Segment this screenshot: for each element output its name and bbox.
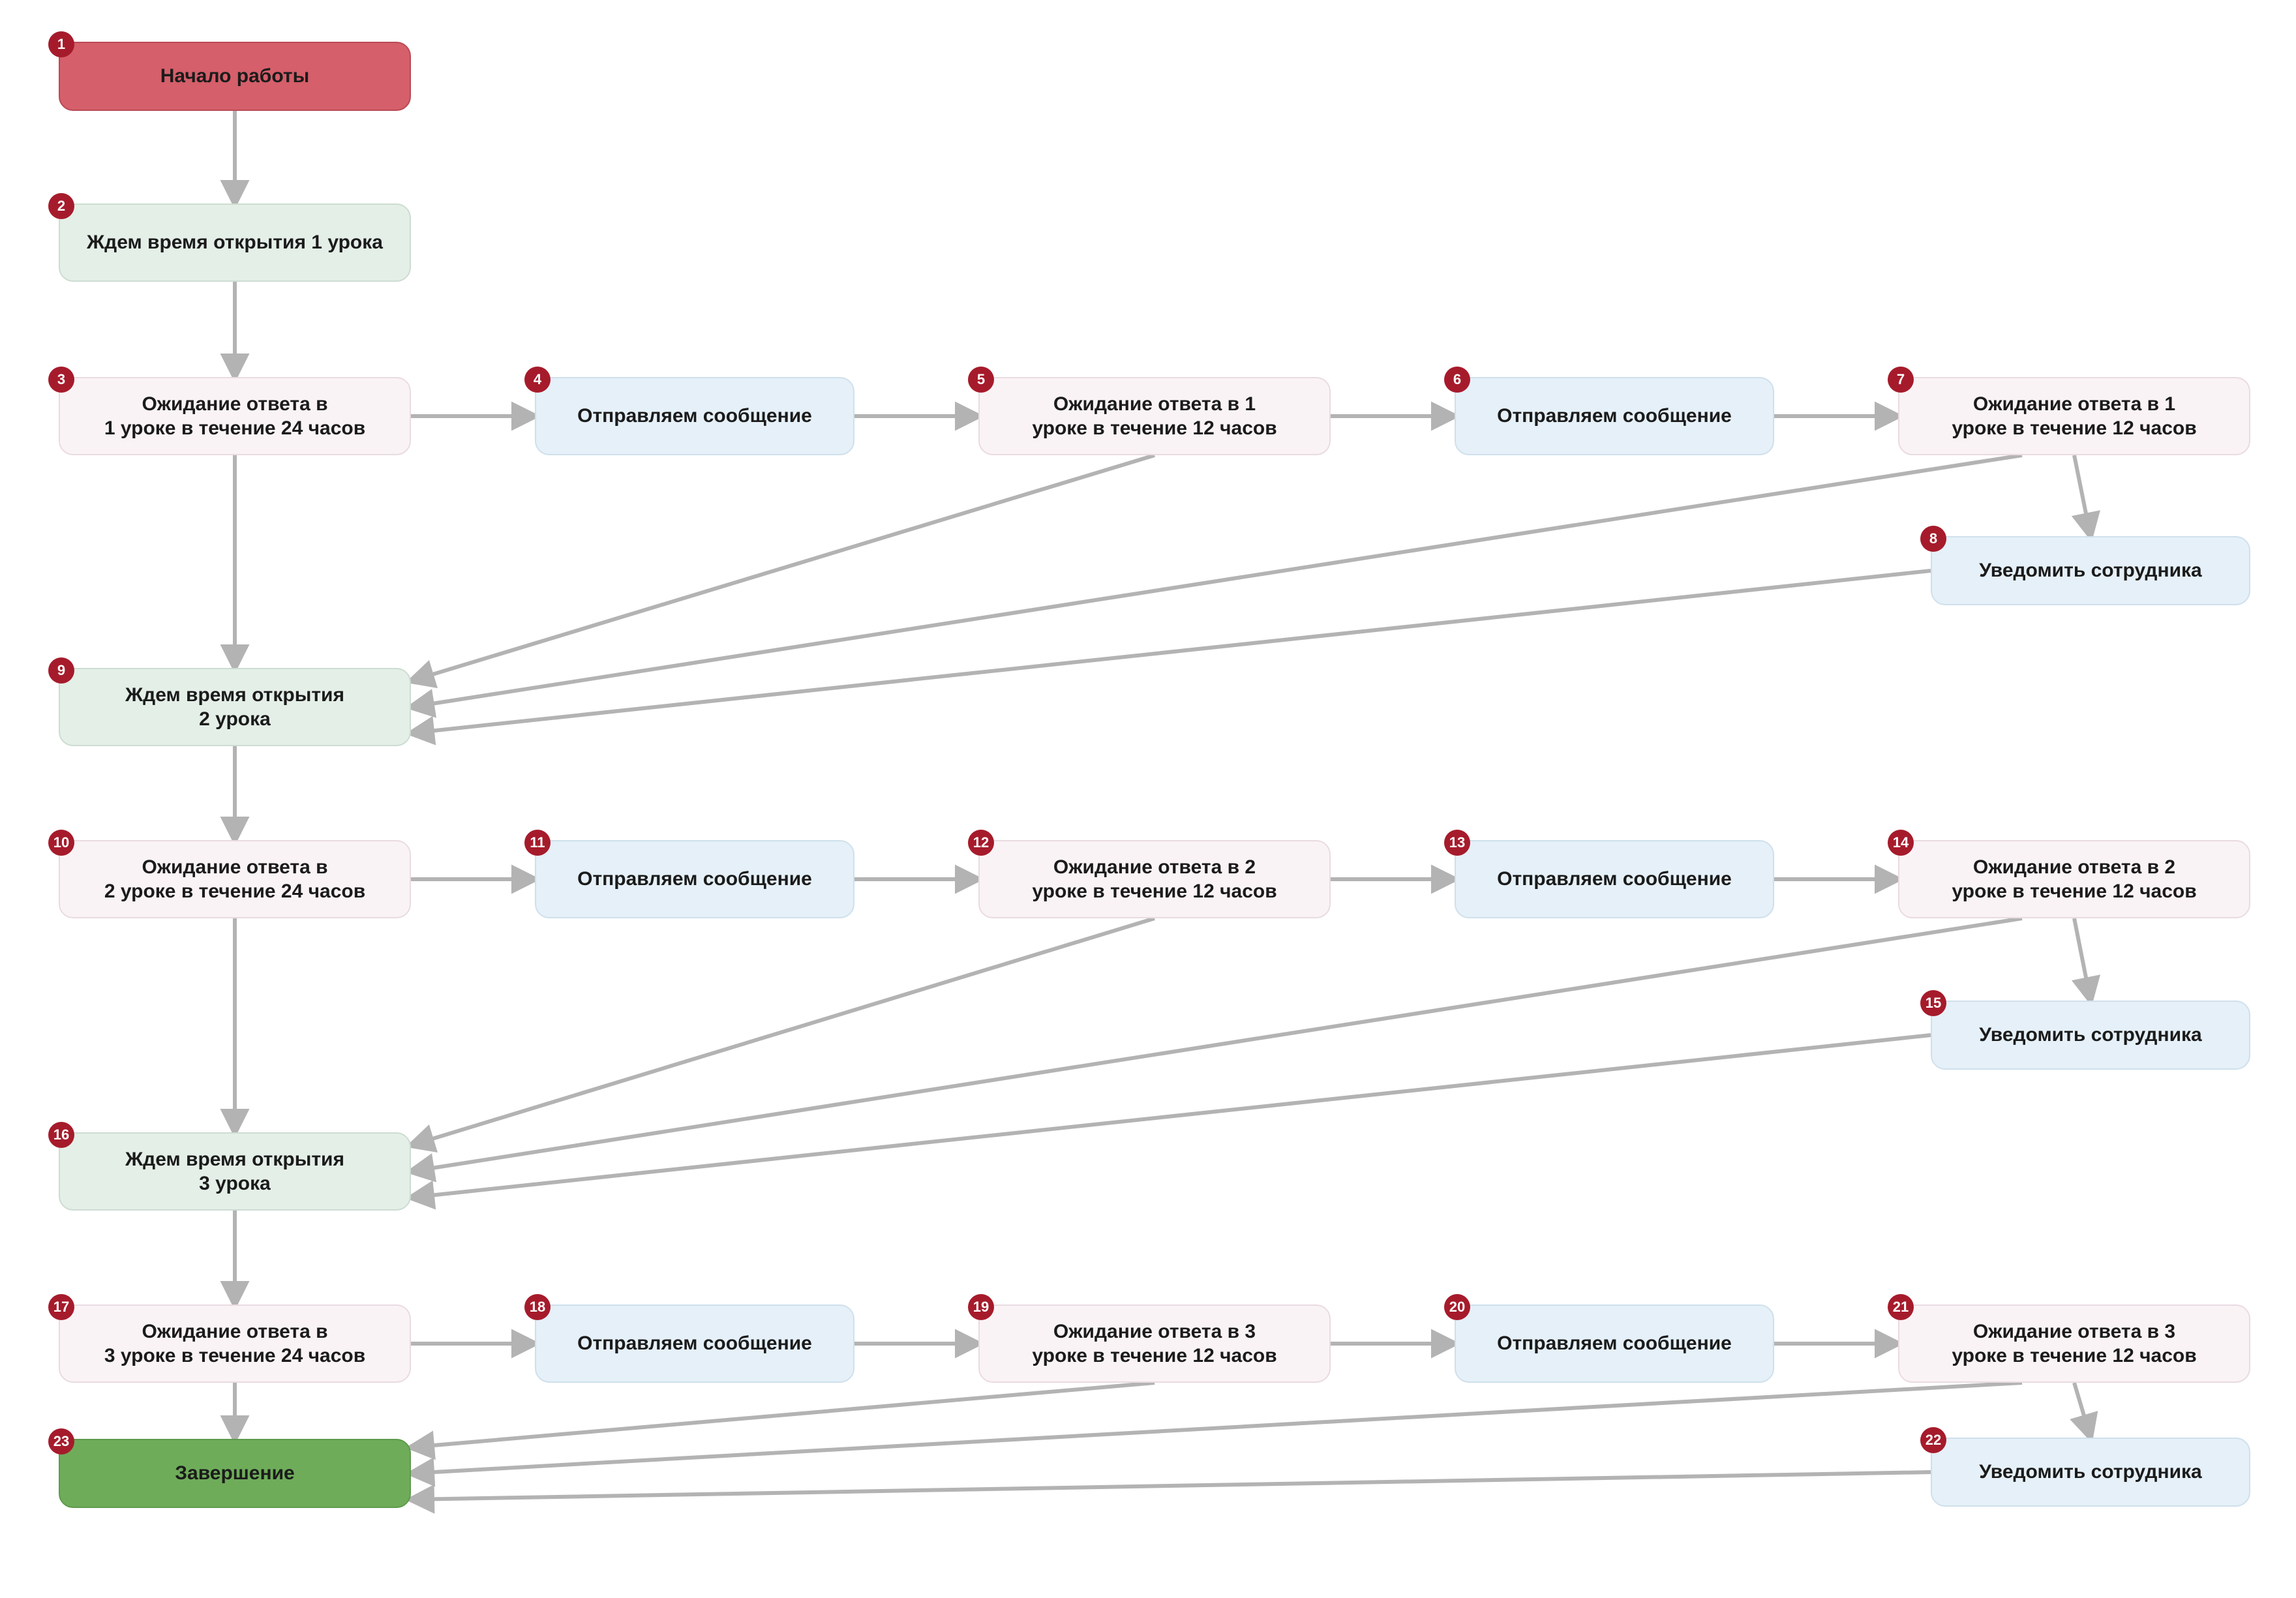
node-2: 2Ждем время открытия 1 урока xyxy=(59,204,411,282)
edge-7-9 xyxy=(411,455,2022,707)
node-badge: 17 xyxy=(48,1294,74,1320)
node-5: 5Ожидание ответа в 1 уроке в течение 12 … xyxy=(978,377,1331,455)
edge-22-23 xyxy=(411,1472,1931,1500)
node-4: 4Отправляем сообщение xyxy=(535,377,854,455)
node-badge: 23 xyxy=(48,1428,74,1455)
edge-19-23 xyxy=(411,1383,1155,1447)
edge-15-16 xyxy=(411,1035,1931,1198)
node-10: 10Ожидание ответа в 2 уроке в течение 24… xyxy=(59,840,411,918)
node-9: 9Ждем время открытия 2 урока xyxy=(59,668,411,746)
node-label: Завершение xyxy=(175,1461,294,1486)
node-20: 20Отправляем сообщение xyxy=(1455,1304,1774,1383)
node-badge: 15 xyxy=(1920,990,1946,1016)
node-label: Отправляем сообщение xyxy=(577,867,812,892)
node-badge: 9 xyxy=(48,657,74,684)
node-label: Начало работы xyxy=(160,64,309,89)
edge-12-16 xyxy=(411,918,1155,1145)
node-21: 21Ожидание ответа в 3 уроке в течение 12… xyxy=(1898,1304,2250,1383)
node-badge: 1 xyxy=(48,31,74,57)
edge-8-9 xyxy=(411,571,1931,733)
node-badge: 3 xyxy=(48,367,74,393)
edge-5-9 xyxy=(411,455,1155,681)
node-badge: 6 xyxy=(1444,367,1470,393)
node-badge: 4 xyxy=(524,367,551,393)
node-18: 18Отправляем сообщение xyxy=(535,1304,854,1383)
node-13: 13Отправляем сообщение xyxy=(1455,840,1774,918)
node-16: 16Ждем время открытия 3 урока xyxy=(59,1132,411,1211)
edge-21-23 xyxy=(411,1383,2022,1473)
node-label: Ожидание ответа в 2 уроке в течение 24 ч… xyxy=(104,855,365,904)
node-badge: 20 xyxy=(1444,1294,1470,1320)
edge-14-16 xyxy=(411,918,2022,1171)
node-17: 17Ожидание ответа в 3 уроке в течение 24… xyxy=(59,1304,411,1383)
node-19: 19Ожидание ответа в 3 уроке в течение 12… xyxy=(978,1304,1331,1383)
node-label: Ожидание ответа в 1 уроке в течение 12 ч… xyxy=(1032,392,1276,441)
node-label: Ожидание ответа в 1 уроке в течение 12 ч… xyxy=(1952,392,2196,441)
node-label: Уведомить сотрудника xyxy=(1979,1460,2201,1485)
node-12: 12Ожидание ответа в 2 уроке в течение 12… xyxy=(978,840,1331,918)
node-6: 6Отправляем сообщение xyxy=(1455,377,1774,455)
node-label: Ожидание ответа в 2 уроке в течение 12 ч… xyxy=(1032,855,1276,904)
node-label: Отправляем сообщение xyxy=(577,404,812,429)
node-badge: 13 xyxy=(1444,830,1470,856)
node-11: 11Отправляем сообщение xyxy=(535,840,854,918)
node-7: 7Ожидание ответа в 1 уроке в течение 12 … xyxy=(1898,377,2250,455)
node-label: Ждем время открытия 2 урока xyxy=(125,683,344,732)
node-badge: 16 xyxy=(48,1122,74,1148)
node-23: 23Завершение xyxy=(59,1439,411,1508)
node-label: Ждем время открытия 1 урока xyxy=(87,230,383,255)
edge-7-8 xyxy=(2074,455,2091,536)
node-badge: 12 xyxy=(968,830,994,856)
node-badge: 18 xyxy=(524,1294,551,1320)
node-badge: 19 xyxy=(968,1294,994,1320)
node-label: Уведомить сотрудника xyxy=(1979,1023,2201,1048)
node-15: 15Уведомить сотрудника xyxy=(1931,1001,2250,1070)
node-badge: 5 xyxy=(968,367,994,393)
node-label: Ждем время открытия 3 урока xyxy=(125,1147,344,1196)
node-badge: 10 xyxy=(48,830,74,856)
node-label: Отправляем сообщение xyxy=(1497,404,1732,429)
node-badge: 11 xyxy=(524,830,551,856)
node-3: 3Ожидание ответа в 1 уроке в течение 24 … xyxy=(59,377,411,455)
flow-diagram: 1Начало работы2Ждем время открытия 1 уро… xyxy=(0,0,2296,1598)
node-label: Отправляем сообщение xyxy=(1497,867,1732,892)
node-22: 22Уведомить сотрудника xyxy=(1931,1438,2250,1507)
edge-21-22 xyxy=(2074,1383,2091,1438)
node-14: 14Ожидание ответа в 2 уроке в течение 12… xyxy=(1898,840,2250,918)
node-badge: 14 xyxy=(1888,830,1914,856)
node-label: Отправляем сообщение xyxy=(577,1331,812,1356)
node-badge: 22 xyxy=(1920,1427,1946,1453)
node-label: Ожидание ответа в 2 уроке в течение 12 ч… xyxy=(1952,855,2196,904)
edge-14-15 xyxy=(2074,918,2091,1001)
node-1: 1Начало работы xyxy=(59,42,411,111)
node-label: Отправляем сообщение xyxy=(1497,1331,1732,1356)
node-badge: 7 xyxy=(1888,367,1914,393)
node-label: Ожидание ответа в 3 уроке в течение 12 ч… xyxy=(1952,1319,2196,1368)
node-8: 8Уведомить сотрудника xyxy=(1931,536,2250,605)
node-badge: 8 xyxy=(1920,526,1946,552)
node-label: Уведомить сотрудника xyxy=(1979,558,2201,583)
node-label: Ожидание ответа в 3 уроке в течение 24 ч… xyxy=(104,1319,365,1368)
node-label: Ожидание ответа в 1 уроке в течение 24 ч… xyxy=(104,392,365,441)
node-badge: 2 xyxy=(48,193,74,219)
node-label: Ожидание ответа в 3 уроке в течение 12 ч… xyxy=(1032,1319,1276,1368)
node-badge: 21 xyxy=(1888,1294,1914,1320)
